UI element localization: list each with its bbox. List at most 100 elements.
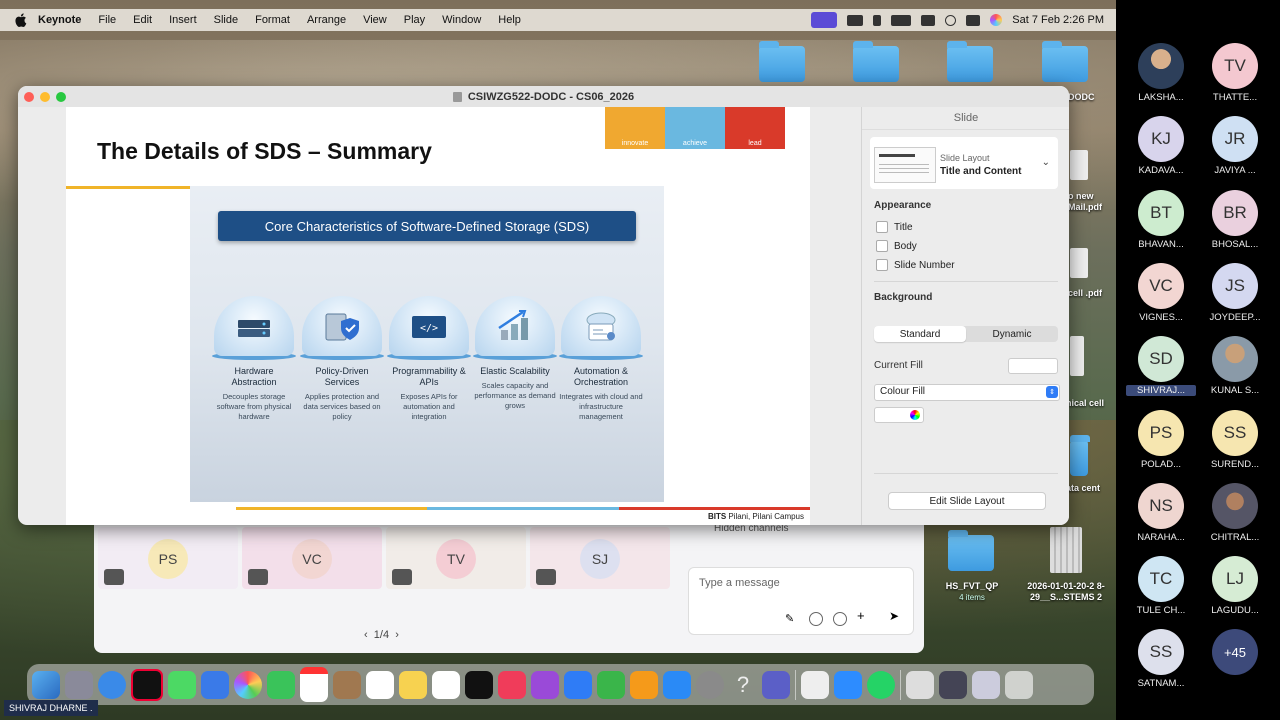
- menu-edit[interactable]: Edit: [133, 14, 152, 26]
- pdf-file-icon[interactable]: [1070, 150, 1088, 180]
- folder-icon[interactable]: [947, 41, 993, 82]
- maps-icon[interactable]: [201, 670, 229, 699]
- safari-icon[interactable]: [98, 670, 126, 699]
- format-icon[interactable]: ✎: [785, 612, 797, 625]
- slide-number-checkbox[interactable]: Slide Number: [876, 259, 955, 271]
- chevron-down-icon[interactable]: ⌄: [1042, 157, 1050, 168]
- opera-icon[interactable]: [131, 668, 163, 701]
- notes-icon[interactable]: [399, 670, 427, 699]
- participant[interactable]: KUNAL S...: [1200, 336, 1270, 396]
- zoom-window-button[interactable]: [56, 92, 66, 102]
- podcasts-icon[interactable]: [531, 670, 559, 699]
- folder-icon[interactable]: [759, 41, 805, 82]
- apple-menu-icon[interactable]: [14, 13, 28, 27]
- folder-icon[interactable]: [948, 530, 994, 571]
- whatsapp-icon[interactable]: [867, 670, 895, 699]
- reminders-icon[interactable]: [366, 670, 394, 699]
- close-window-button[interactable]: [24, 92, 34, 102]
- menubar-clock[interactable]: Sat 7 Feb 2:26 PM: [1012, 14, 1104, 26]
- participant[interactable]: CHITRAL...: [1200, 482, 1270, 543]
- freeform-icon[interactable]: [432, 670, 460, 699]
- participant[interactable]: +45: [1200, 629, 1270, 676]
- pages-icon[interactable]: [630, 670, 658, 699]
- body-checkbox[interactable]: Body: [876, 240, 917, 252]
- calendar-icon[interactable]: [300, 667, 328, 702]
- menu-window[interactable]: Window: [442, 14, 481, 26]
- recent-window-icon[interactable]: [906, 670, 934, 699]
- menu-arrange[interactable]: Arrange: [307, 14, 346, 26]
- add-icon[interactable]: +: [857, 608, 869, 623]
- participant[interactable]: NS NARAHA...: [1126, 482, 1196, 543]
- standard-segment[interactable]: Standard: [874, 326, 966, 342]
- help-icon[interactable]: ?: [729, 671, 757, 699]
- participant[interactable]: BR BHOSAL...: [1200, 189, 1270, 250]
- teams-icon[interactable]: [762, 670, 790, 699]
- edit-slide-layout-button[interactable]: Edit Slide Layout: [888, 492, 1046, 510]
- participant[interactable]: LJ LAGUDU...: [1200, 556, 1270, 616]
- contacts-icon[interactable]: [333, 670, 361, 699]
- title-checkbox[interactable]: Title: [876, 221, 913, 233]
- participant[interactable]: BT BHAVAN...: [1126, 189, 1196, 250]
- bluetooth-icon[interactable]: [873, 14, 882, 26]
- messages-icon[interactable]: [168, 670, 196, 699]
- minimize-window-button[interactable]: [40, 92, 50, 102]
- control-center-icon[interactable]: [966, 14, 981, 26]
- dynamic-segment[interactable]: Dynamic: [966, 326, 1058, 342]
- menu-file[interactable]: File: [98, 14, 116, 26]
- launchpad-icon[interactable]: [65, 670, 93, 699]
- file-icon[interactable]: [1050, 527, 1082, 573]
- slide-layout-selector[interactable]: Slide Layout Title and Content ⌄: [870, 137, 1058, 189]
- recent-window-icon[interactable]: [939, 670, 967, 699]
- sticker-icon[interactable]: [833, 612, 847, 626]
- pdf-file-icon[interactable]: [1070, 248, 1088, 278]
- sds-infographic-image[interactable]: Core Characteristics of Software-Defined…: [190, 186, 664, 502]
- checkbox[interactable]: [876, 240, 888, 252]
- prev-page-icon[interactable]: ‹: [364, 629, 368, 641]
- participant[interactable]: TV THATTE...: [1200, 43, 1270, 103]
- menu-help[interactable]: Help: [498, 14, 521, 26]
- participant[interactable]: JS JOYDEEP...: [1200, 262, 1270, 323]
- participant[interactable]: PS POLAD...: [1126, 409, 1196, 470]
- color-wheel-icon[interactable]: [910, 410, 920, 420]
- emoji-icon[interactable]: [809, 612, 823, 626]
- folder-icon[interactable]: [1042, 41, 1088, 82]
- finder-icon[interactable]: [32, 670, 60, 699]
- participant[interactable]: JR JAVIYA ...: [1200, 116, 1270, 176]
- message-input[interactable]: Type a message ✎ + ➤: [688, 567, 914, 635]
- send-icon[interactable]: ➤: [889, 609, 901, 623]
- participant[interactable]: SS SATNAM...: [1126, 629, 1196, 689]
- video-tile[interactable]: VC: [242, 527, 382, 589]
- facetime-icon[interactable]: [267, 670, 295, 699]
- screen-share-icon[interactable]: [811, 12, 838, 28]
- menu-view[interactable]: View: [363, 14, 387, 26]
- app-store-icon[interactable]: [663, 670, 691, 699]
- current-fill-swatch[interactable]: [1008, 358, 1058, 374]
- participant[interactable]: KJ KADAVA...: [1126, 116, 1196, 176]
- spotlight-search-icon[interactable]: [945, 14, 957, 26]
- menu-app-keynote[interactable]: Keynote: [38, 14, 81, 26]
- zoom-status-icon[interactable]: [847, 14, 864, 26]
- participant[interactable]: TC TULE CH...: [1126, 556, 1196, 616]
- recent-window-icon[interactable]: [972, 670, 1000, 699]
- preview-icon[interactable]: [801, 670, 829, 699]
- folder-icon[interactable]: [853, 41, 899, 82]
- siri-icon[interactable]: [990, 14, 1003, 26]
- video-tile[interactable]: SJ: [530, 527, 670, 589]
- participant[interactable]: LAKSHA...: [1126, 43, 1196, 103]
- menu-format[interactable]: Format: [255, 14, 290, 26]
- video-tile[interactable]: PS: [98, 527, 238, 589]
- zoom-icon[interactable]: [834, 670, 862, 699]
- folder-icon[interactable]: [1070, 435, 1090, 476]
- photos-icon[interactable]: [234, 670, 262, 699]
- participant[interactable]: SS SUREND...: [1200, 409, 1270, 470]
- apple-tv-icon[interactable]: [465, 670, 493, 699]
- music-icon[interactable]: [498, 670, 526, 699]
- menu-insert[interactable]: Insert: [169, 14, 197, 26]
- system-settings-icon[interactable]: [696, 670, 724, 699]
- file-icon[interactable]: [1070, 336, 1084, 376]
- window-titlebar[interactable]: CSIWZG522-DODC - CS06_2026: [18, 86, 1069, 107]
- keynote-icon[interactable]: [564, 670, 592, 699]
- slide-title[interactable]: The Details of SDS – Summary: [97, 138, 432, 165]
- numbers-icon[interactable]: [597, 670, 625, 699]
- wifi-icon[interactable]: [921, 14, 936, 26]
